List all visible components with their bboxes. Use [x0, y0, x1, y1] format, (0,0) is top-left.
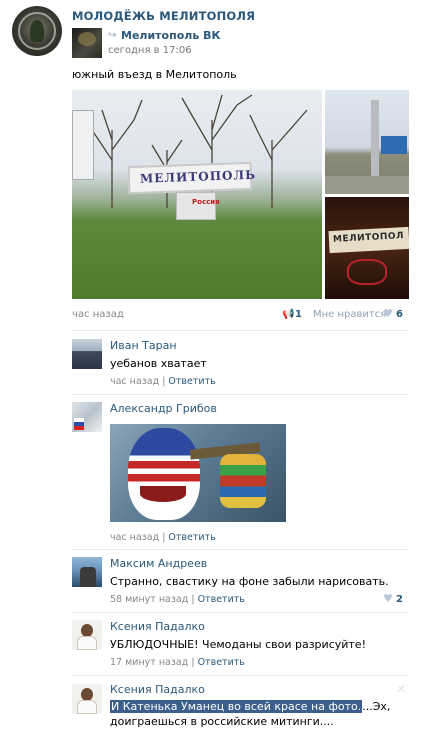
reply-link[interactable]: Ответить [168, 532, 215, 543]
heart-icon[interactable]: ♥ [383, 307, 393, 320]
comment-avatar[interactable] [72, 402, 102, 432]
share-count[interactable]: 1 [295, 309, 302, 320]
comment-text: УБЛЮДОЧНЫЕ! Чемоданы свои разрисуйте! [110, 638, 366, 651]
divider [72, 394, 408, 395]
post-photo-top-right[interactable] [325, 90, 409, 194]
close-icon[interactable]: ✕ [396, 682, 406, 696]
separator: | [191, 594, 195, 605]
comment-text: Странно, свастику на фоне забыли нарисов… [110, 575, 389, 588]
repost-icon: ↪ [108, 30, 117, 41]
comment-author[interactable]: Ксения Падалко [110, 683, 205, 696]
reply-link[interactable]: Ответить [168, 376, 215, 387]
post-text: южный въезд в Мелитополь [72, 68, 237, 81]
post-time[interactable]: час назад [72, 309, 124, 320]
like-count[interactable]: 6 [396, 309, 403, 320]
heart-icon[interactable]: ♥ [383, 592, 393, 605]
comment-meta: 17 минут назад | Ответить [110, 657, 245, 668]
source-avatar[interactable] [72, 28, 102, 58]
comment-avatar[interactable] [72, 557, 102, 587]
separator: | [162, 532, 166, 543]
comment-time[interactable]: 58 минут назад [110, 594, 188, 605]
comment-photo[interactable] [110, 424, 286, 522]
megaphone-icon[interactable]: 📢 [282, 309, 294, 320]
divider [72, 330, 408, 331]
selected-text: И Катенька Уманец во всей красе на фото. [110, 700, 363, 713]
comment-author[interactable]: Иван Таран [110, 339, 177, 352]
post-photo-bottom-right[interactable]: МЕЛИТОПОЛ [325, 197, 409, 299]
divider [72, 612, 408, 613]
source-name[interactable]: Мелитополь ВК [121, 29, 220, 42]
divider [72, 549, 408, 550]
separator: | [162, 376, 166, 387]
comment-author[interactable]: Ксения Падалко [110, 620, 205, 633]
photo-sign-text: МЕЛИТОПОЛЬ [139, 167, 257, 186]
comment-meta: час назад | Ответить [110, 532, 216, 543]
reply-link[interactable]: Ответить [198, 594, 245, 605]
comment-text: уебанов хватает [110, 357, 207, 370]
comment-text-rest: ...Эх, [362, 700, 391, 713]
photo-sign-sub: Россия [192, 198, 220, 206]
comment-time[interactable]: час назад [110, 376, 159, 387]
comment-text: И Катенька Уманец во всей красе на фото.… [110, 700, 410, 713]
comment-time[interactable]: час назад [110, 532, 159, 543]
comment-meta: 58 минут назад | Ответить [110, 594, 245, 605]
comment-like-count[interactable]: 2 [396, 594, 403, 605]
comment-meta: час назад | Ответить [110, 376, 216, 387]
group-avatar[interactable] [12, 6, 62, 56]
comment-avatar[interactable] [72, 339, 102, 369]
divider [72, 675, 408, 676]
like-label[interactable]: Мне нравится [313, 309, 386, 320]
comment-time[interactable]: 17 минут назад [110, 657, 188, 668]
reply-link[interactable]: Ответить [198, 657, 245, 668]
comment-author[interactable]: Максим Андреев [110, 557, 207, 570]
comment-author[interactable]: Александр Грибов [110, 402, 217, 415]
comment-text-line2: доиграешься в российские митинги.... [110, 715, 334, 728]
comment-avatar[interactable] [72, 620, 102, 650]
source-time[interactable]: сегодня в 17:06 [108, 45, 192, 56]
group-name[interactable]: МОЛОДЁЖЬ МЕЛИТОПОЛЯ [72, 9, 255, 23]
separator: | [191, 657, 195, 668]
comment-avatar[interactable] [72, 684, 102, 714]
post-photo-main[interactable]: МЕЛИТОПОЛЬ Россия [72, 90, 322, 299]
